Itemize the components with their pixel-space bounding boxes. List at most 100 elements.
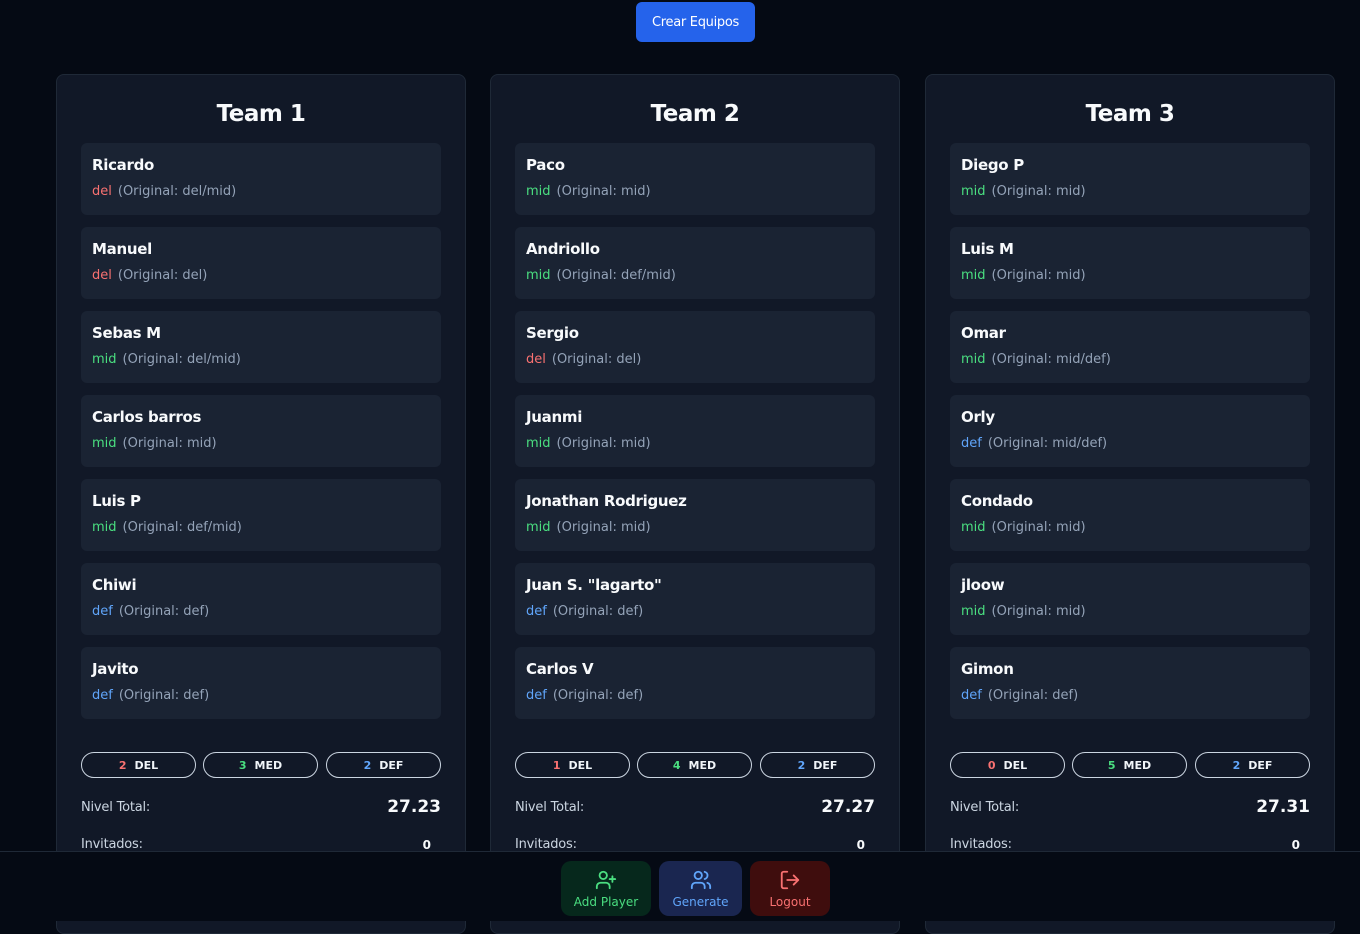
player-position-line: mid (Original: mid): [961, 604, 1086, 619]
team-title: Team 1: [216, 101, 306, 127]
team-card-2: Team 2 Paco mid (Original: mid) Andriollo mid…: [490, 74, 900, 934]
player-position-line: mid (Original: mid): [961, 184, 1086, 199]
player-card[interactable]: Condado mid (Original: mid): [950, 479, 1310, 551]
nivel-total-label: Nivel Total:: [81, 800, 151, 815]
def-count: 2: [1232, 758, 1241, 772]
player-original-position: (Original: def/mid): [556, 268, 676, 283]
del-badge-label: DEL: [568, 758, 593, 772]
player-original-position: (Original: def/mid): [122, 520, 242, 535]
player-position: del: [92, 268, 112, 283]
player-original-position: (Original: mid): [556, 520, 651, 535]
player-position-line: mid (Original: def/mid): [526, 268, 676, 283]
logout-icon: [780, 870, 800, 889]
invitados-value: 0: [1291, 838, 1300, 852]
nivel-total-value: 27.31: [1256, 797, 1310, 817]
player-card[interactable]: Sebas M mid (Original: del/mid): [81, 311, 441, 383]
player-card[interactable]: Carlos V def (Original: def): [515, 647, 875, 719]
player-position: def: [961, 436, 982, 451]
player-original-position: (Original: mid): [991, 520, 1086, 535]
player-position-line: def (Original: mid/def): [961, 436, 1107, 451]
generate-label: Generate: [672, 894, 729, 909]
nivel-total-value: 27.23: [387, 797, 441, 817]
player-name: Juanmi: [526, 408, 583, 426]
player-position-line: mid (Original: mid): [526, 520, 651, 535]
def-count-badge: 2 DEF: [1195, 752, 1310, 778]
player-name: Gimon: [961, 660, 1014, 678]
player-name: Orly: [961, 408, 995, 426]
generate-button[interactable]: Generate: [659, 861, 742, 916]
player-name: Jonathan Rodriguez: [526, 492, 687, 510]
player-name: Paco: [526, 156, 565, 174]
player-name: Andriollo: [526, 240, 600, 258]
del-count-badge: 0 DEL: [950, 752, 1065, 778]
player-card[interactable]: Luis M mid (Original: mid): [950, 227, 1310, 299]
player-card[interactable]: Manuel del (Original: del): [81, 227, 441, 299]
player-original-position: (Original: mid): [556, 184, 651, 199]
player-position: del: [526, 352, 546, 367]
player-position-line: del (Original: del/mid): [92, 184, 236, 199]
player-name: Sebas M: [92, 324, 161, 342]
invitados-label: Invitados:: [950, 837, 1012, 852]
mid-count: 3: [238, 758, 247, 772]
player-card[interactable]: Chiwi def (Original: def): [81, 563, 441, 635]
del-badge-label: DEL: [134, 758, 159, 772]
player-card[interactable]: Sergio del (Original: del): [515, 311, 875, 383]
player-position-line: mid (Original: def/mid): [92, 520, 242, 535]
del-count-badge: 1 DEL: [515, 752, 630, 778]
player-card[interactable]: jloow mid (Original: mid): [950, 563, 1310, 635]
player-card[interactable]: Carlos barros mid (Original: mid): [81, 395, 441, 467]
player-position-line: def (Original: def): [526, 688, 643, 703]
player-card[interactable]: Gimon def (Original: def): [950, 647, 1310, 719]
player-position: mid: [526, 184, 551, 199]
def-count: 2: [363, 758, 372, 772]
player-original-position: (Original: mid): [122, 436, 217, 451]
player-card[interactable]: Juan S. "lagarto" def (Original: def): [515, 563, 875, 635]
player-position: mid: [961, 268, 986, 283]
player-name: Carlos V: [526, 660, 594, 678]
mid-count-badge: 3 MED: [203, 752, 318, 778]
player-card[interactable]: Diego P mid (Original: mid): [950, 143, 1310, 215]
player-original-position: (Original: def): [552, 688, 644, 703]
user-plus-icon: [595, 870, 617, 889]
player-position: def: [92, 688, 113, 703]
del-count: 2: [118, 758, 127, 772]
player-position-line: def (Original: def): [92, 688, 209, 703]
del-count: 1: [552, 758, 561, 772]
player-original-position: (Original: def): [118, 688, 210, 703]
player-original-position: (Original: mid): [991, 604, 1086, 619]
player-card[interactable]: Luis P mid (Original: def/mid): [81, 479, 441, 551]
nivel-total-label: Nivel Total:: [950, 800, 1020, 815]
mid-count: 4: [672, 758, 681, 772]
add-player-label: Add Player: [573, 894, 639, 909]
player-position-line: mid (Original: del/mid): [92, 352, 241, 367]
player-original-position: (Original: def): [987, 688, 1079, 703]
def-count-badge: 2 DEF: [760, 752, 875, 778]
player-original-position: (Original: mid): [991, 268, 1086, 283]
player-card[interactable]: Ricardo del (Original: del/mid): [81, 143, 441, 215]
player-name: Sergio: [526, 324, 579, 342]
crear-equipos-button[interactable]: Crear Equipos: [636, 2, 755, 42]
nivel-total-value: 27.27: [821, 797, 875, 817]
player-name: Luis M: [961, 240, 1014, 258]
player-card[interactable]: Javito def (Original: def): [81, 647, 441, 719]
player-card[interactable]: Orly def (Original: mid/def): [950, 395, 1310, 467]
player-card[interactable]: Jonathan Rodriguez mid (Original: mid): [515, 479, 875, 551]
player-card[interactable]: Omar mid (Original: mid/def): [950, 311, 1310, 383]
player-position: mid: [961, 520, 986, 535]
player-position: mid: [961, 352, 986, 367]
player-position-line: del (Original: del): [526, 352, 641, 367]
player-name: Manuel: [92, 240, 152, 258]
player-card[interactable]: Paco mid (Original: mid): [515, 143, 875, 215]
player-name: Juan S. "lagarto": [526, 576, 662, 594]
player-card[interactable]: Juanmi mid (Original: mid): [515, 395, 875, 467]
player-original-position: (Original: del/mid): [117, 184, 237, 199]
logout-button[interactable]: Logout: [750, 861, 830, 916]
player-position-line: def (Original: def): [92, 604, 209, 619]
player-card[interactable]: Andriollo mid (Original: def/mid): [515, 227, 875, 299]
def-count: 2: [797, 758, 806, 772]
player-position: mid: [92, 436, 117, 451]
nivel-total-label: Nivel Total:: [515, 800, 585, 815]
add-player-button[interactable]: Add Player: [561, 861, 651, 916]
player-position-line: mid (Original: mid): [526, 184, 651, 199]
player-position: mid: [526, 268, 551, 283]
